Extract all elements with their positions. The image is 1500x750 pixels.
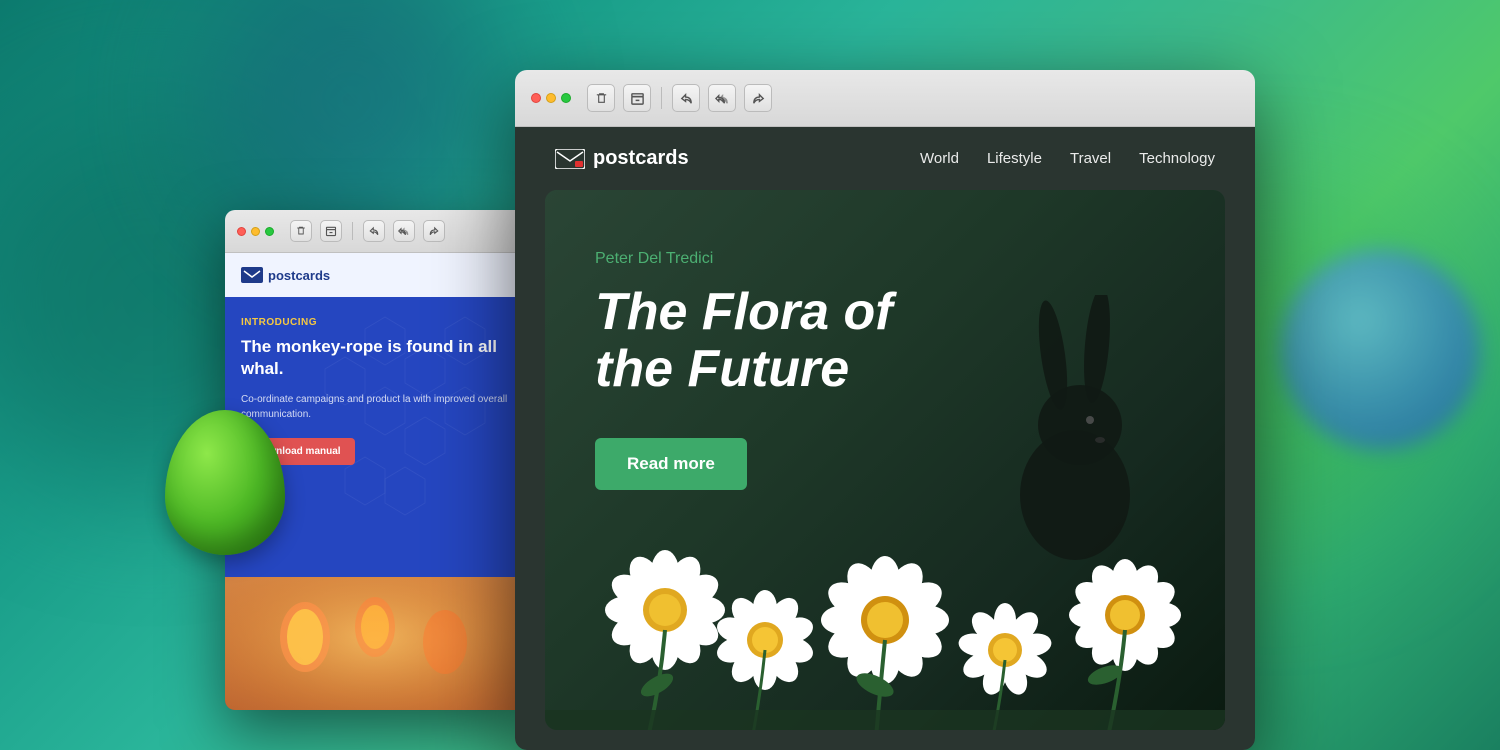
lantern-decoration bbox=[225, 577, 525, 710]
back-trash-button[interactable] bbox=[290, 220, 312, 242]
introducing-label: Introducing bbox=[241, 317, 509, 328]
back-tl-red[interactable] bbox=[237, 227, 246, 236]
front-separator bbox=[661, 87, 662, 109]
rabbit-svg bbox=[985, 295, 1165, 575]
back-hero-subtext: Co-ordinate campaigns and product la wit… bbox=[241, 392, 509, 422]
front-window-chrome bbox=[515, 70, 1255, 127]
nav-link-world[interactable]: World bbox=[920, 150, 959, 167]
back-tl-yellow[interactable] bbox=[251, 227, 260, 236]
back-email-header: postcards bbox=[225, 253, 525, 297]
back-logo-text: postcards bbox=[268, 268, 330, 283]
front-window-body: postcards World Lifestyle Travel Technol… bbox=[515, 127, 1255, 750]
hero-text-content: Peter Del Tredici The Flora of the Futur… bbox=[595, 250, 893, 490]
nav-link-travel[interactable]: Travel bbox=[1070, 150, 1111, 167]
front-trash-button[interactable] bbox=[587, 84, 615, 112]
front-reply-all-button[interactable] bbox=[708, 84, 736, 112]
nav-link-lifestyle[interactable]: Lifestyle bbox=[987, 150, 1042, 167]
front-logo-text: postcards bbox=[593, 147, 689, 170]
front-tl-green[interactable] bbox=[561, 93, 571, 103]
front-logo-icon bbox=[555, 149, 585, 169]
back-tl-green[interactable] bbox=[265, 227, 274, 236]
hero-author: Peter Del Tredici bbox=[595, 250, 893, 268]
front-hero-card: Peter Del Tredici The Flora of the Futur… bbox=[545, 190, 1225, 730]
back-reply-all-button[interactable] bbox=[393, 220, 415, 242]
back-image-section bbox=[225, 577, 525, 710]
rabbit-silhouette bbox=[985, 295, 1165, 580]
hero-title-line1: The Flora of bbox=[595, 283, 893, 341]
front-traffic-lights bbox=[531, 93, 571, 103]
front-archive-button[interactable] bbox=[623, 84, 651, 112]
back-traffic-lights bbox=[237, 227, 274, 236]
back-separator bbox=[352, 222, 353, 240]
front-forward-button[interactable] bbox=[744, 84, 772, 112]
back-hero-headline: The monkey-rope is found in all whal. bbox=[241, 336, 509, 380]
back-archive-button[interactable] bbox=[320, 220, 342, 242]
blue-orb-decoration bbox=[1280, 250, 1480, 450]
back-logo: postcards bbox=[241, 267, 330, 283]
front-postcards-window: postcards World Lifestyle Travel Technol… bbox=[515, 70, 1255, 750]
read-more-button[interactable]: Read more bbox=[595, 438, 747, 490]
front-reply-button[interactable] bbox=[672, 84, 700, 112]
front-nav-links: World Lifestyle Travel Technology bbox=[920, 150, 1215, 167]
front-logo: postcards bbox=[555, 147, 689, 170]
back-forward-button[interactable] bbox=[423, 220, 445, 242]
front-tl-yellow[interactable] bbox=[546, 93, 556, 103]
hero-title-line2: the Future bbox=[595, 340, 849, 398]
postcards-logo-icon bbox=[555, 149, 585, 169]
front-navigation: postcards World Lifestyle Travel Technol… bbox=[515, 127, 1255, 190]
nav-link-technology[interactable]: Technology bbox=[1139, 150, 1215, 167]
back-window-chrome bbox=[225, 210, 525, 253]
hero-title: The Flora of the Future bbox=[595, 284, 893, 398]
back-reply-button[interactable] bbox=[363, 220, 385, 242]
back-logo-icon bbox=[241, 267, 263, 283]
front-tl-red[interactable] bbox=[531, 93, 541, 103]
